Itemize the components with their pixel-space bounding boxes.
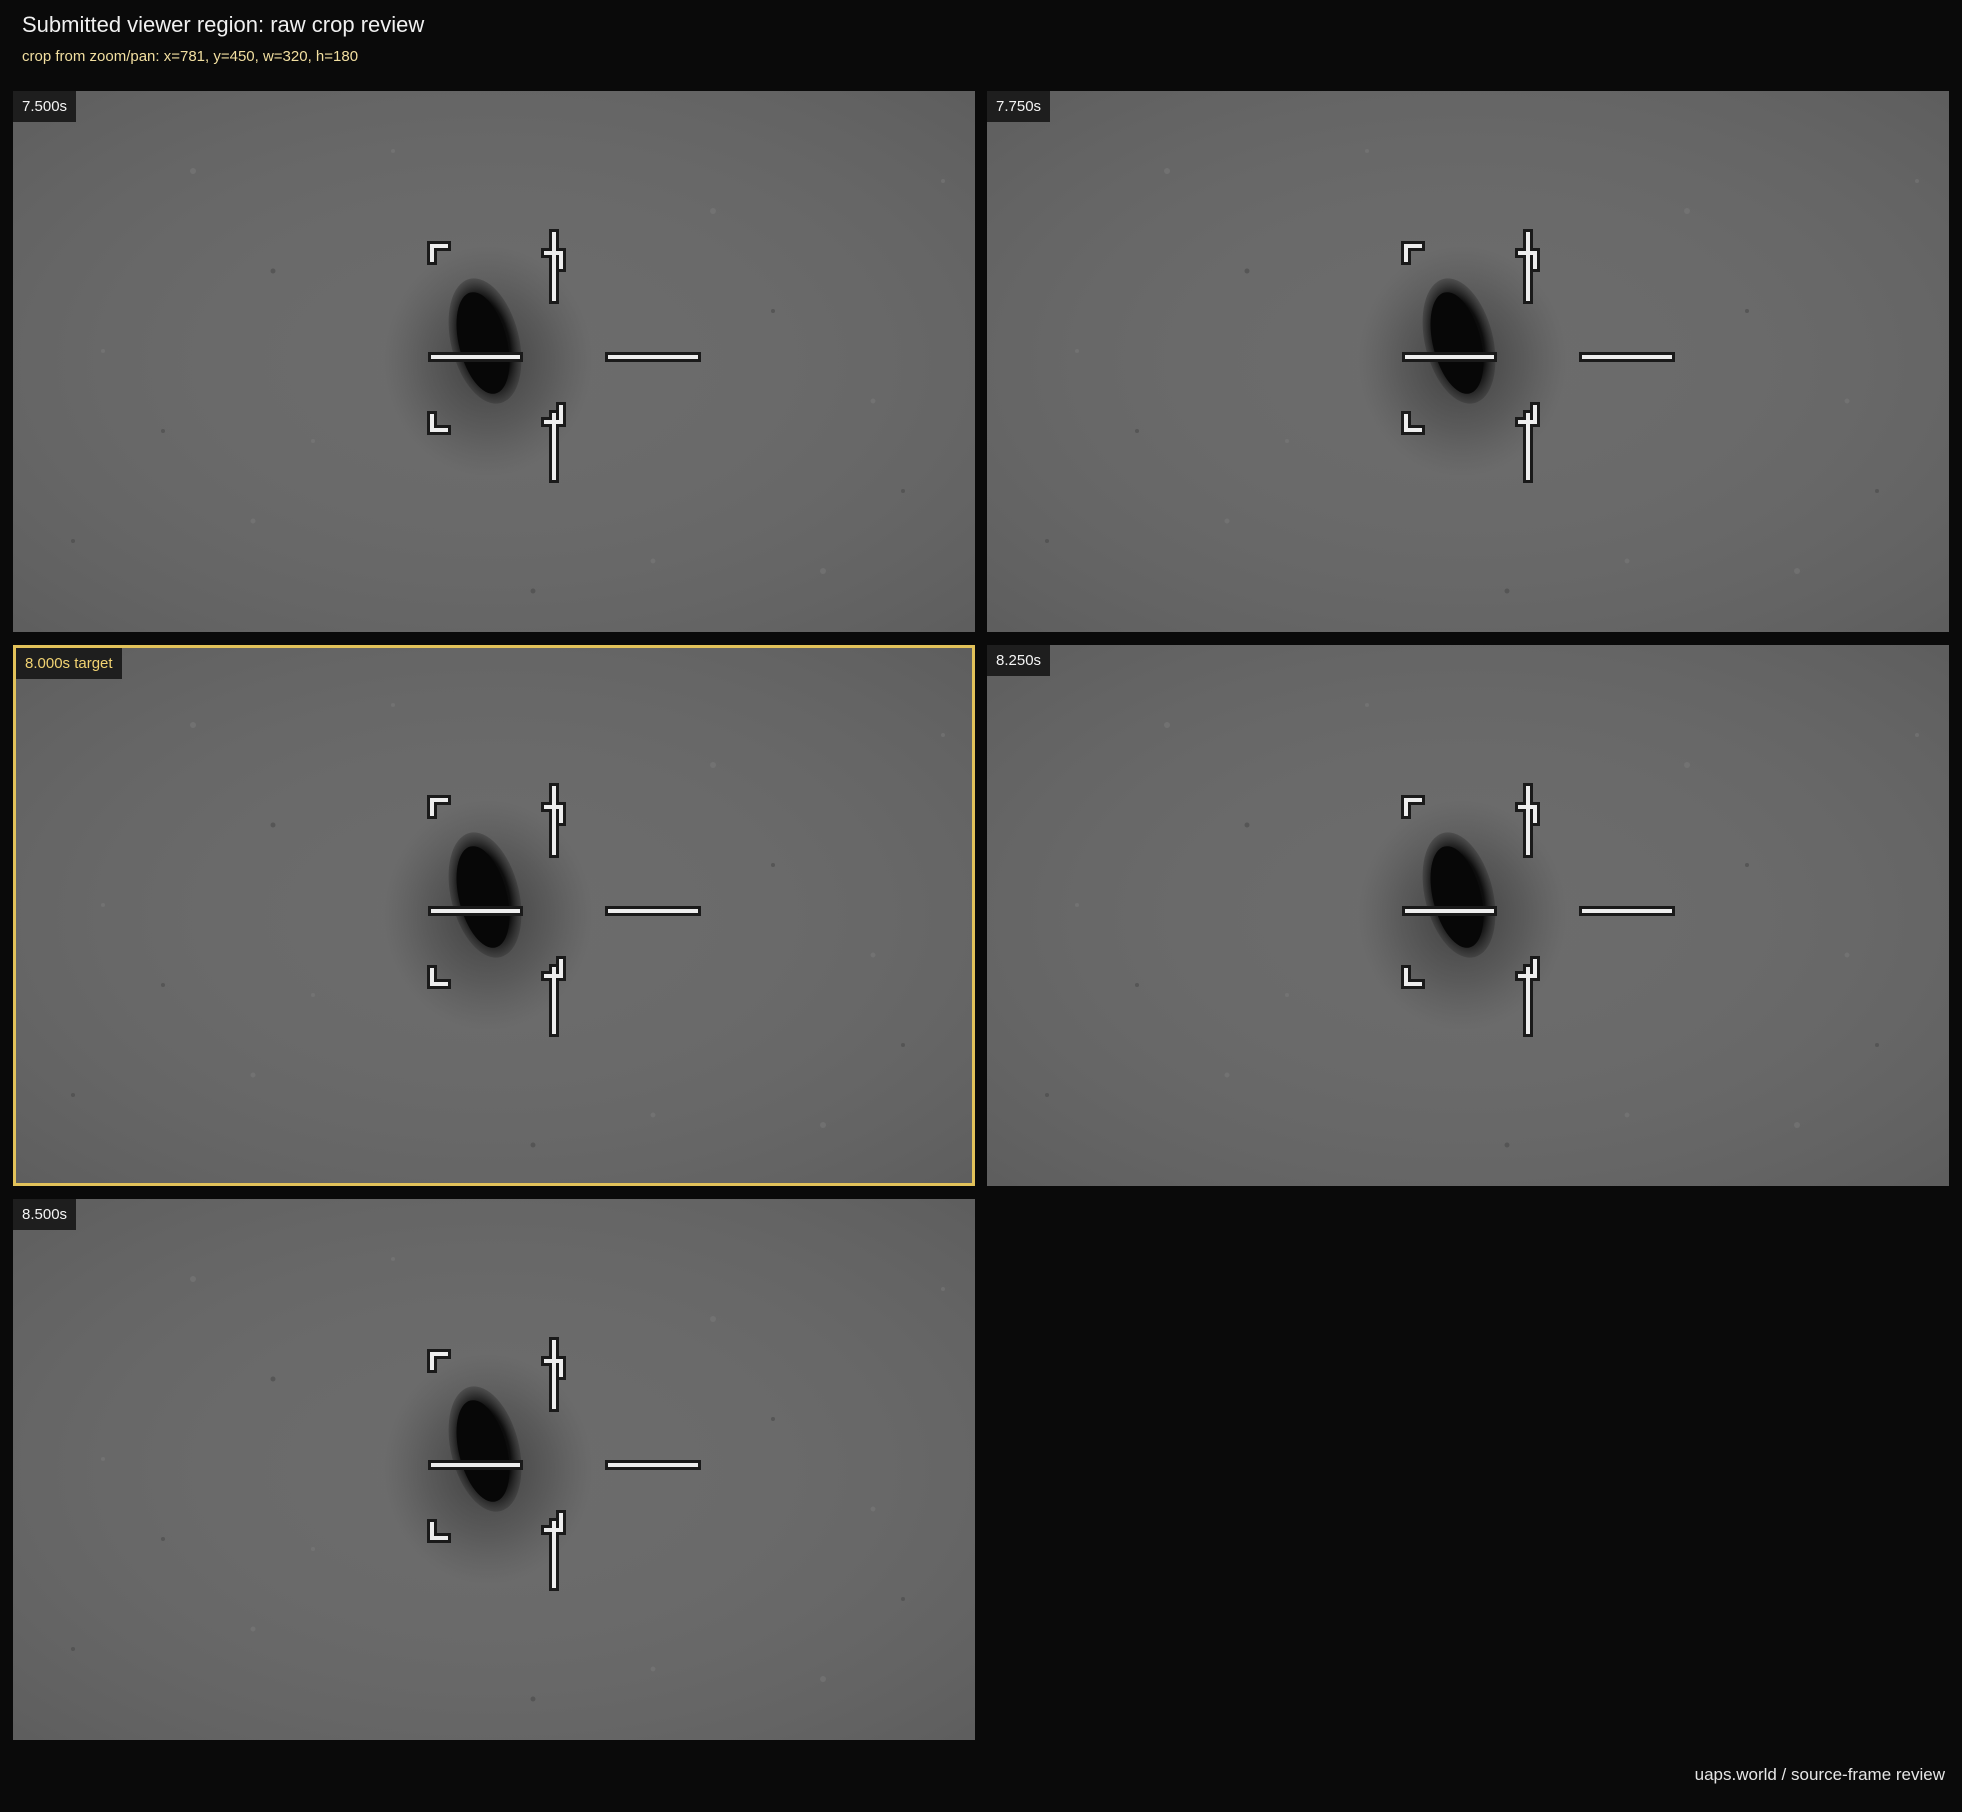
frame-image bbox=[13, 645, 975, 1186]
frame-image bbox=[987, 645, 1949, 1186]
frame-tile[interactable]: 7.500s bbox=[13, 91, 975, 632]
target-frame-tile[interactable]: 8.000s target bbox=[13, 645, 975, 1186]
target-frame-label: 8.000s target bbox=[16, 648, 122, 679]
frame-tile[interactable]: 8.250s bbox=[987, 645, 1949, 1186]
frame-timestamp-label: 7.750s bbox=[987, 91, 1051, 122]
crop-info-subtitle: crop from zoom/pan: x=781, y=450, w=320,… bbox=[22, 48, 359, 65]
frame-image bbox=[987, 91, 1949, 632]
frame-image bbox=[13, 1199, 975, 1740]
frame-tile[interactable]: 7.750s bbox=[987, 91, 1949, 632]
frame-timestamp-label: 8.500s bbox=[13, 1199, 77, 1230]
frame-tile[interactable]: 8.500s bbox=[13, 1199, 975, 1740]
frame-timestamp-label: 8.250s bbox=[987, 645, 1051, 676]
frame-image bbox=[13, 91, 975, 632]
footer-credit: uaps.world / source-frame review bbox=[1694, 1765, 1945, 1784]
page-title: Submitted viewer region: raw crop review bbox=[22, 12, 425, 37]
frame-timestamp-label: 7.500s bbox=[13, 91, 77, 122]
